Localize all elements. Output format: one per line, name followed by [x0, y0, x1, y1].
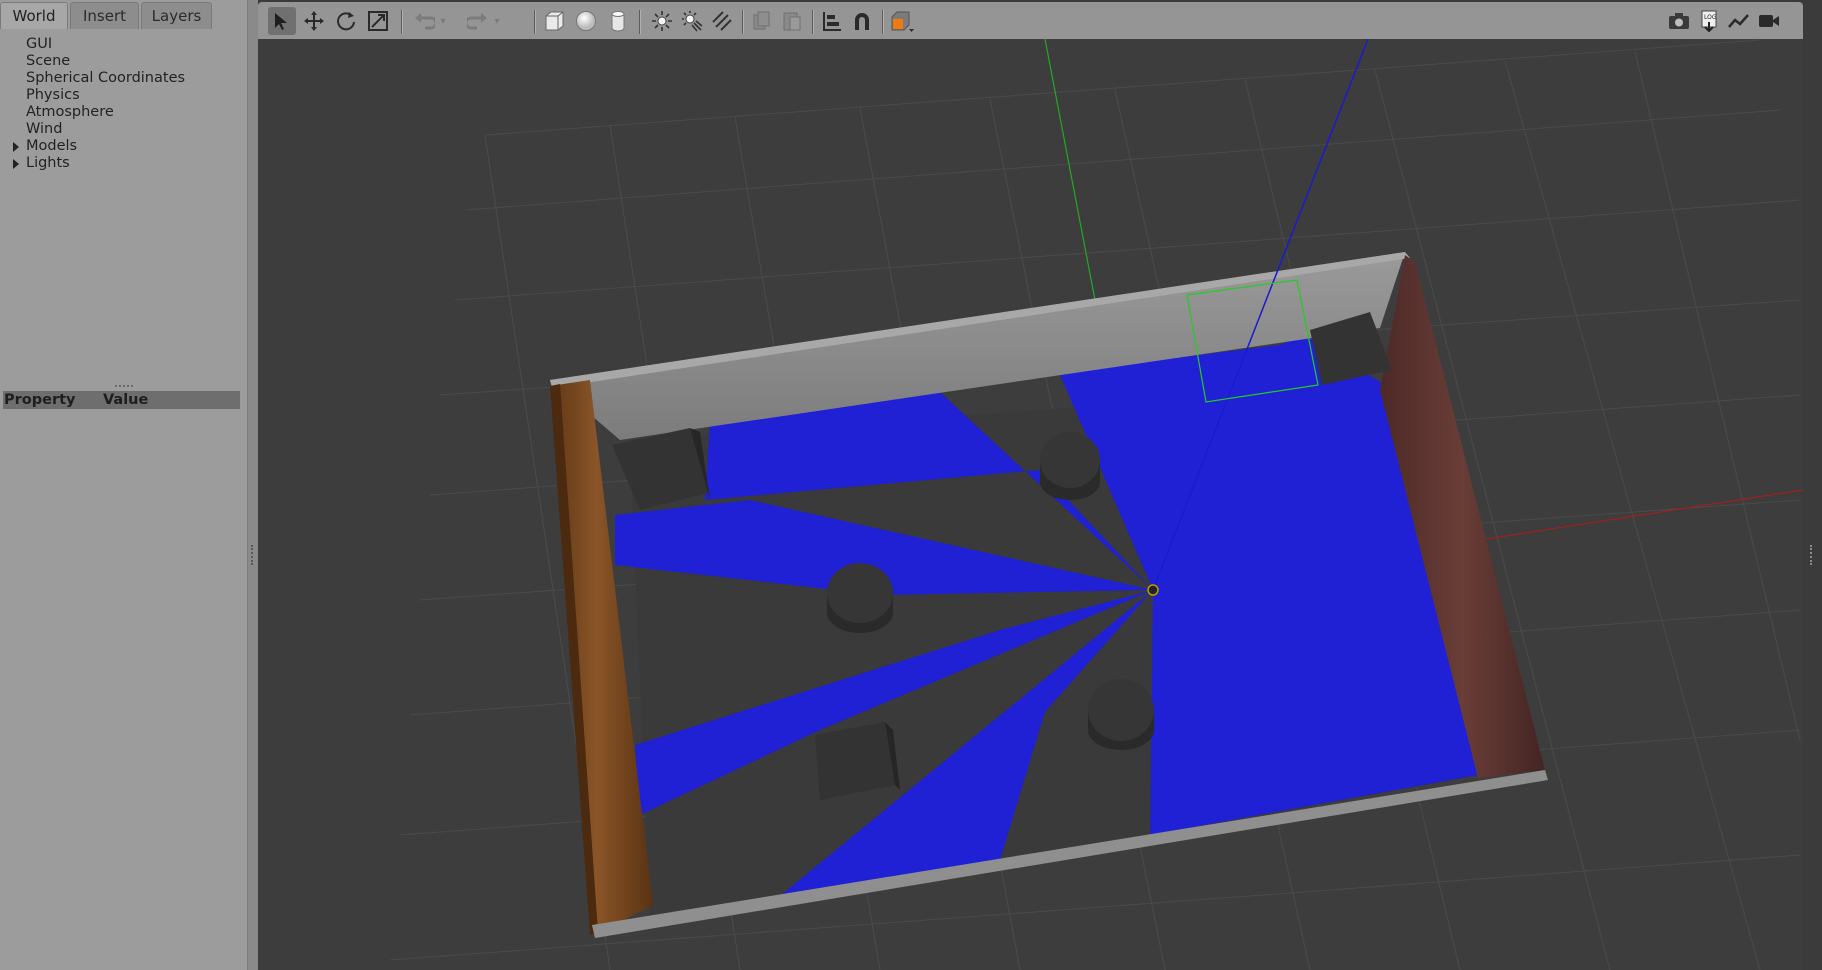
plot-button[interactable] — [1725, 7, 1753, 35]
view-angle-icon — [891, 11, 914, 32]
tree-item-label: GUI — [26, 36, 53, 52]
tree-item-lights[interactable]: Lights — [0, 155, 247, 172]
spot-light-button[interactable] — [678, 7, 706, 35]
video-record-button[interactable] — [1755, 7, 1783, 35]
cylinder-obstacle — [1040, 432, 1100, 500]
sphere-icon — [576, 11, 596, 31]
tree-item-label: Wind — [26, 121, 63, 137]
log-icon: LOG — [1701, 10, 1717, 32]
grip-icon — [251, 545, 256, 565]
align-button[interactable] — [818, 7, 846, 35]
directional-light-icon — [712, 11, 732, 31]
undo-history-dropdown[interactable]: ▾ — [436, 7, 450, 35]
3d-viewport[interactable] — [258, 39, 1803, 970]
tree-item-spherical-coordinates[interactable]: Spherical Coordinates — [0, 70, 247, 87]
panel-tabbar: World Insert Layers — [0, 0, 247, 30]
toolbar-separator — [401, 10, 403, 34]
spot-light-icon — [682, 11, 703, 32]
grip-icon — [1810, 545, 1815, 565]
paste-icon — [783, 12, 801, 31]
view-angle-button[interactable] — [888, 7, 916, 35]
left-panel: World Insert Layers GUI Scene Spherical … — [0, 0, 247, 970]
translate-mode-button[interactable] — [300, 7, 328, 35]
redo-history-dropdown[interactable]: ▾ — [490, 7, 504, 35]
left-panel-resize-handle[interactable] — [247, 0, 258, 970]
svg-text:LOG: LOG — [1704, 14, 1717, 21]
toolbar-separator — [812, 10, 814, 34]
right-panel-resize-handle[interactable] — [1803, 0, 1822, 970]
tree-item-models[interactable]: Models — [0, 138, 247, 155]
rotate-mode-button[interactable] — [332, 7, 360, 35]
rotate-icon — [337, 12, 355, 31]
undo-icon — [415, 13, 435, 30]
copy-icon — [753, 11, 770, 30]
directional-light-button[interactable] — [708, 7, 736, 35]
robot-marker[interactable] — [1147, 584, 1159, 596]
toolbar-separator — [742, 10, 744, 34]
plot-icon — [1728, 14, 1749, 28]
tree-item-physics[interactable]: Physics — [0, 87, 247, 104]
cylinder-obstacle — [1088, 679, 1154, 750]
x-axis-line — [1479, 489, 1803, 541]
arrow-pointer-icon — [275, 13, 287, 30]
undo-button[interactable] — [410, 7, 438, 35]
paste-button[interactable] — [778, 7, 806, 35]
tree-item-atmosphere[interactable]: Atmosphere — [0, 104, 247, 121]
property-table-header: Property Value — [3, 391, 240, 409]
select-mode-button[interactable] — [268, 7, 296, 35]
tree-item-label: Models — [26, 138, 78, 154]
box-shape-button[interactable] — [540, 7, 568, 35]
tree-item-wind[interactable]: Wind — [0, 121, 247, 138]
tree-item-gui[interactable]: GUI — [0, 36, 247, 53]
copy-button[interactable] — [748, 7, 776, 35]
tab-insert[interactable]: Insert — [70, 2, 139, 29]
point-light-icon — [652, 11, 672, 31]
y-axis-line — [1044, 39, 1096, 301]
expand-arrow-icon[interactable] — [13, 159, 19, 169]
tree-item-label: Lights — [26, 155, 70, 171]
log-button[interactable]: LOG — [1695, 7, 1723, 35]
world-tree: GUI Scene Spherical Coordinates Physics … — [0, 36, 247, 172]
align-icon — [823, 12, 841, 31]
redo-icon — [467, 13, 487, 30]
point-light-button[interactable] — [648, 7, 676, 35]
redo-button[interactable] — [464, 7, 492, 35]
sphere-shape-button[interactable] — [572, 7, 600, 35]
scale-icon — [368, 11, 388, 31]
toolbar-separator — [534, 10, 536, 34]
camera-icon — [1669, 13, 1689, 29]
tree-item-scene[interactable]: Scene — [0, 53, 247, 70]
cylinder-shape-button[interactable] — [604, 7, 632, 35]
scene-render[interactable] — [258, 39, 1803, 970]
tree-item-label: Spherical Coordinates — [26, 70, 186, 86]
box-icon — [545, 11, 564, 31]
property-column-header[interactable]: Property — [4, 391, 76, 409]
cylinder-icon — [611, 11, 625, 32]
chevron-down-icon: ▾ — [440, 15, 446, 27]
tree-item-label: Physics — [26, 87, 80, 103]
panel-splitter-handle[interactable] — [115, 385, 133, 390]
magnet-icon — [855, 13, 869, 30]
value-column-header[interactable]: Value — [103, 391, 148, 409]
snap-button[interactable] — [848, 7, 876, 35]
tree-item-label: Scene — [26, 53, 71, 69]
scale-mode-button[interactable] — [364, 7, 392, 35]
toolbar-separator — [639, 10, 641, 34]
video-camera-icon — [1759, 15, 1779, 27]
toolbar-separator — [882, 10, 884, 34]
tab-layers[interactable]: Layers — [141, 2, 212, 29]
tab-world[interactable]: World — [0, 2, 68, 29]
tree-item-label: Atmosphere — [26, 104, 114, 120]
cylinder-obstacle — [827, 563, 893, 633]
expand-arrow-icon[interactable] — [13, 142, 19, 152]
toolbar: ▾ ▾ LOG — [258, 2, 1803, 39]
move-arrows-icon — [304, 11, 324, 31]
screenshot-button[interactable] — [1665, 7, 1693, 35]
chevron-down-icon: ▾ — [494, 15, 500, 27]
